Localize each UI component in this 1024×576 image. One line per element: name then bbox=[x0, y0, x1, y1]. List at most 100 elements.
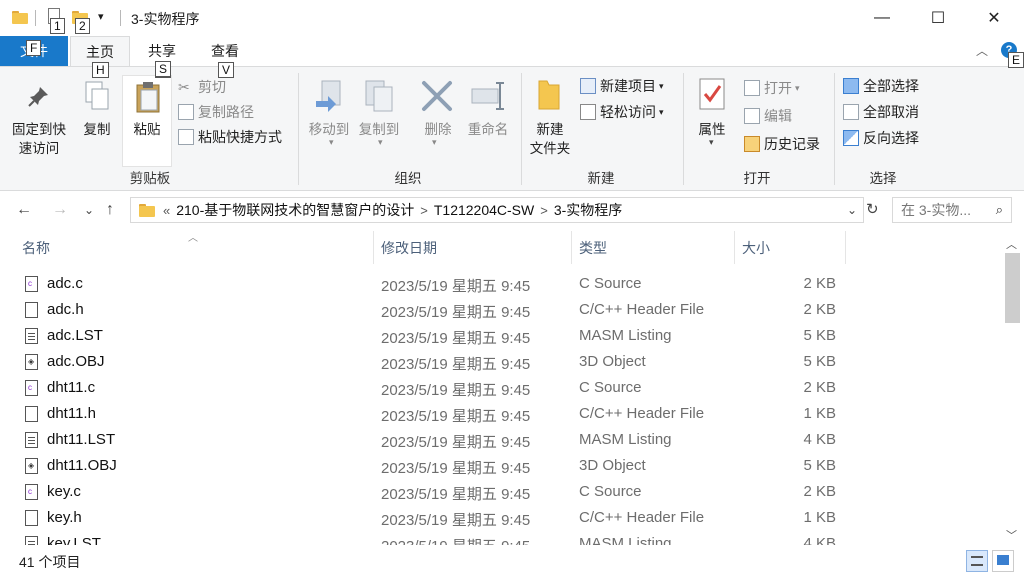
file-name: adc.LST bbox=[47, 327, 103, 344]
column-header-size[interactable]: 大小 bbox=[742, 238, 770, 258]
organize-group-label: 组织 bbox=[394, 171, 422, 186]
open-button[interactable]: 打开 ▾ bbox=[744, 77, 800, 99]
cut-button[interactable]: ✂ 剪切 bbox=[178, 76, 226, 98]
column-header-type[interactable]: 类型 bbox=[579, 238, 607, 258]
file-row[interactable]: ◈ adc.OBJ 2023/5/19 星期五 9:45 3D Object 5 KB bbox=[0, 349, 1000, 375]
delete-button[interactable]: 删除 bbox=[416, 120, 460, 139]
breadcrumb-item[interactable]: 210-基于物联网技术的智慧窗户的设计 bbox=[176, 200, 414, 220]
new-folder-icon bbox=[536, 77, 562, 113]
column-divider[interactable] bbox=[734, 231, 735, 264]
search-input[interactable]: 在 3-实物... ⌕ bbox=[892, 197, 1012, 223]
customize-quick-access-icon[interactable]: ▾ bbox=[98, 10, 104, 28]
collapse-ribbon-icon[interactable]: ︿ bbox=[976, 42, 988, 59]
pin-quick-access-button[interactable]: 固定到快 速访问 bbox=[6, 120, 72, 158]
keytip-1: 1 bbox=[50, 18, 65, 34]
close-icon: ✕ bbox=[987, 10, 1001, 27]
file-row[interactable]: c key.c 2023/5/19 星期五 9:45 C Source 2 KB bbox=[0, 479, 1000, 505]
column-divider[interactable] bbox=[373, 231, 374, 264]
paste-shortcut-button[interactable]: 粘贴快捷方式 bbox=[178, 126, 282, 148]
file-name: adc.c bbox=[47, 275, 83, 292]
chevron-down-icon: ▾ bbox=[795, 82, 800, 93]
scroll-down-icon[interactable]: ﹀ bbox=[1006, 527, 1017, 543]
file-size: 5 KB bbox=[803, 327, 836, 344]
chevron-right-icon[interactable]: > bbox=[420, 203, 428, 218]
large-icons-view-icon bbox=[997, 555, 1009, 565]
refresh-icon[interactable]: ↻ bbox=[866, 200, 879, 218]
rename-icon bbox=[470, 79, 506, 113]
copy-path-button[interactable]: 复制路径 bbox=[178, 101, 254, 123]
file-type: C/C++ Header File bbox=[579, 405, 705, 422]
easy-access-button[interactable]: 轻松访问 ▾ bbox=[580, 101, 664, 123]
file-row[interactable]: ◈ dht11.OBJ 2023/5/19 星期五 9:45 3D Object 5 K… bbox=[0, 453, 1000, 479]
text-file-icon bbox=[25, 432, 38, 448]
address-dropdown-icon[interactable]: ⌄ bbox=[847, 203, 857, 217]
window-title: 3-实物程序 bbox=[131, 11, 200, 27]
minimize-button[interactable]: — bbox=[854, 0, 910, 36]
minimize-icon: — bbox=[874, 9, 890, 26]
file-row[interactable]: adc.LST 2023/5/19 星期五 9:45 MASM Listing 5 K… bbox=[0, 323, 1000, 349]
file-name: adc.OBJ bbox=[47, 353, 105, 370]
file-name: key.h bbox=[47, 509, 82, 526]
copy-icon bbox=[84, 81, 110, 111]
maximize-button[interactable]: ☐ bbox=[910, 0, 966, 36]
file-row[interactable]: dht11.h 2023/5/19 星期五 9:45 C/C++ Header Fi… bbox=[0, 401, 1000, 427]
column-divider[interactable] bbox=[845, 231, 846, 264]
select-none-icon bbox=[843, 104, 859, 120]
folder-icon bbox=[12, 11, 28, 29]
new-item-button[interactable]: 新建项目 ▾ bbox=[580, 75, 664, 97]
paste-label: 粘贴 bbox=[133, 122, 161, 137]
column-header-name[interactable]: 名称 bbox=[22, 238, 50, 258]
column-header-date[interactable]: 修改日期 bbox=[381, 238, 437, 258]
breadcrumb-item[interactable]: 3-实物程序 bbox=[554, 200, 622, 220]
recent-locations-button[interactable]: ⌄ bbox=[84, 203, 94, 217]
new-folder-label-line2: 文件夹 bbox=[529, 141, 571, 156]
ribbon-tabs: 文件 F 主页 H 共享 S 查看 V ︿ ? E bbox=[0, 36, 1024, 78]
vertical-scrollbar[interactable]: ︿ ﹀ bbox=[1001, 231, 1024, 545]
select-all-button[interactable]: 全部选择 bbox=[843, 75, 919, 97]
column-divider[interactable] bbox=[571, 231, 572, 264]
file-type: C Source bbox=[579, 275, 642, 292]
file-name: key.LST bbox=[47, 535, 101, 545]
select-none-button[interactable]: 全部取消 bbox=[843, 101, 919, 123]
new-folder-button[interactable]: 新建 文件夹 bbox=[524, 120, 576, 158]
copy-button[interactable]: 复制 bbox=[78, 120, 116, 139]
details-view-icon bbox=[971, 556, 983, 566]
pin-label-line1: 固定到快 bbox=[12, 122, 66, 137]
select-all-label: 全部选择 bbox=[863, 78, 919, 94]
file-row[interactable]: adc.h 2023/5/19 星期五 9:45 C/C++ Header File… bbox=[0, 297, 1000, 323]
select-group-label: 选择 bbox=[869, 171, 897, 186]
new-item-icon bbox=[580, 78, 596, 94]
file-size: 2 KB bbox=[803, 483, 836, 500]
history-icon bbox=[744, 136, 760, 152]
breadcrumb-overflow[interactable]: « bbox=[163, 203, 170, 218]
file-size: 2 KB bbox=[803, 275, 836, 292]
file-row[interactable]: key.LST 2023/5/19 星期五 9:45 MASM Listing 4 K… bbox=[0, 531, 1000, 545]
rename-button[interactable]: 重命名 bbox=[462, 120, 514, 139]
file-row[interactable]: dht11.LST 2023/5/19 星期五 9:45 MASM Listing 4… bbox=[0, 427, 1000, 453]
paste-icon bbox=[134, 81, 162, 113]
close-button[interactable]: ✕ bbox=[966, 0, 1022, 36]
scrollbar-thumb[interactable] bbox=[1005, 253, 1020, 323]
file-row[interactable]: c dht11.c 2023/5/19 星期五 9:45 C Source 2 KB bbox=[0, 375, 1000, 401]
large-icons-view-button[interactable] bbox=[992, 550, 1014, 572]
forward-button[interactable]: → bbox=[52, 201, 68, 219]
back-button[interactable]: ← bbox=[16, 201, 32, 219]
file-row[interactable]: key.h 2023/5/19 星期五 9:45 C/C++ Header File… bbox=[0, 505, 1000, 531]
file-row[interactable]: c adc.c 2023/5/19 星期五 9:45 C Source 2 KB bbox=[0, 271, 1000, 297]
up-button[interactable]: ↑ bbox=[106, 201, 114, 219]
details-view-button[interactable] bbox=[966, 550, 988, 572]
chevron-down-icon: ▾ bbox=[659, 80, 664, 91]
maximize-icon: ☐ bbox=[930, 10, 946, 27]
invert-selection-button[interactable]: 反向选择 bbox=[843, 127, 919, 149]
edit-button[interactable]: 编辑 bbox=[744, 105, 792, 127]
file-type: C Source bbox=[579, 379, 642, 396]
file-size: 2 KB bbox=[803, 301, 836, 318]
file-type: 3D Object bbox=[579, 457, 646, 474]
c-source-icon: c bbox=[25, 380, 38, 396]
scroll-up-icon[interactable]: ︿ bbox=[1006, 236, 1017, 252]
address-bar[interactable]: « 210-基于物联网技术的智慧窗户的设计 > T1212204C-SW > 3… bbox=[130, 197, 864, 223]
history-button[interactable]: 历史记录 bbox=[744, 133, 820, 155]
breadcrumb-item[interactable]: T1212204C-SW bbox=[434, 202, 534, 218]
chevron-down-icon: ▾ bbox=[709, 137, 714, 147]
chevron-right-icon[interactable]: > bbox=[540, 203, 548, 218]
